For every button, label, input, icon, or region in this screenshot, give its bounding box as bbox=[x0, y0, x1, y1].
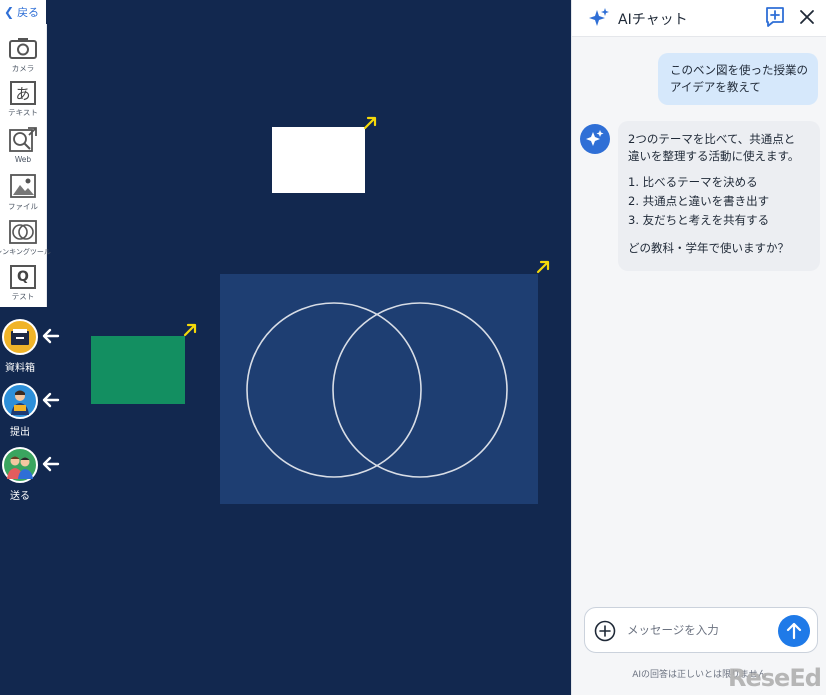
web-search-icon bbox=[9, 127, 37, 153]
close-icon[interactable] bbox=[799, 9, 815, 25]
side-action-label: 提出 bbox=[10, 427, 30, 438]
venn-circle-left bbox=[246, 302, 422, 478]
message-line: 2つのテーマを比べて、共通点と bbox=[628, 132, 796, 146]
tool-text[interactable]: あ テキスト bbox=[0, 78, 46, 124]
side-action-label: 資料箱 bbox=[5, 363, 35, 374]
text-glyph: あ bbox=[15, 84, 31, 103]
whiteboard-canvas[interactable]: ❮ 戻る カメラ あ テキスト Web ファイル シンキングツール Q テスト … bbox=[0, 0, 571, 695]
venn-diagram bbox=[246, 302, 508, 478]
send-button[interactable]: 送る bbox=[0, 447, 64, 507]
materials-box-button[interactable]: 資料箱 bbox=[0, 319, 64, 379]
image-file-icon bbox=[9, 173, 37, 199]
resize-handle-icon[interactable] bbox=[183, 323, 197, 337]
send-people-icon bbox=[2, 447, 38, 483]
new-chat-icon[interactable] bbox=[764, 6, 786, 28]
tool-file[interactable]: ファイル bbox=[0, 170, 46, 216]
message-line: アイデアを教えて bbox=[670, 80, 761, 94]
chat-header: AIチャット bbox=[572, 0, 826, 37]
ai-message-bubble: 2つのテーマを比べて、共通点と 違いを整理する活動に使えます。 1. 比べるテー… bbox=[618, 121, 820, 271]
chat-title: AIチャット bbox=[618, 12, 688, 28]
message-composer bbox=[584, 607, 818, 653]
sparkle-icon bbox=[586, 130, 604, 146]
message-input[interactable] bbox=[627, 621, 767, 639]
arrow-left-icon bbox=[42, 392, 60, 408]
tool-label: カメラ bbox=[11, 64, 35, 73]
green-card[interactable] bbox=[91, 336, 185, 404]
tool-thinking[interactable]: シンキングツール bbox=[0, 216, 51, 262]
watermark-logo: ReseEd bbox=[728, 664, 822, 692]
side-action-label: 送る bbox=[10, 491, 30, 502]
tool-label: Web bbox=[14, 155, 32, 164]
submit-person-icon bbox=[2, 383, 38, 419]
tool-label: シンキングツール bbox=[0, 248, 51, 256]
tool-test[interactable]: Q テスト bbox=[0, 262, 46, 308]
back-button[interactable]: ❮ 戻る bbox=[0, 0, 46, 24]
user-message-bubble: このベン図を使った授業の アイデアを教えて bbox=[658, 53, 818, 105]
tool-web[interactable]: Web bbox=[0, 124, 46, 170]
message-line: このベン図を使った授業の bbox=[670, 63, 808, 77]
tool-palette: カメラ あ テキスト Web ファイル シンキングツール Q テスト bbox=[0, 24, 51, 308]
list-item: 2. 共通点と違いを書き出す bbox=[628, 194, 770, 208]
tool-label: ファイル bbox=[8, 202, 38, 211]
venn-diagram-card[interactable] bbox=[220, 274, 538, 504]
chevron-left-icon: ❮ bbox=[4, 5, 15, 19]
venn-circle-right bbox=[332, 302, 508, 478]
arrow-left-icon bbox=[42, 328, 60, 344]
submit-button[interactable]: 提出 bbox=[0, 383, 64, 443]
back-label: 戻る bbox=[17, 6, 40, 19]
resize-handle-icon[interactable] bbox=[536, 260, 550, 274]
text-a-icon: あ bbox=[10, 81, 36, 105]
steps-list: 1. 比べるテーマを決める 2. 共通点と違いを書き出す 3. 友だちと考えを共… bbox=[628, 173, 812, 230]
camera-icon bbox=[9, 35, 37, 61]
message-line: 違いを整理する活動に使えます。 bbox=[628, 149, 800, 163]
test-q-icon: Q bbox=[10, 265, 36, 289]
materials-box-icon bbox=[2, 319, 38, 355]
arrow-left-icon bbox=[42, 456, 60, 472]
tool-label: テキスト bbox=[8, 108, 38, 117]
sparkle-icon bbox=[589, 8, 609, 26]
send-arrow-icon[interactable] bbox=[778, 615, 810, 647]
white-card[interactable] bbox=[272, 127, 365, 193]
test-glyph: Q bbox=[17, 269, 29, 285]
ai-question: どの教科・学年で使いますか？ bbox=[628, 241, 789, 255]
tool-label: テスト bbox=[11, 292, 35, 301]
thinking-tool-icon bbox=[9, 219, 37, 245]
add-attachment-icon[interactable] bbox=[594, 620, 616, 642]
tool-camera[interactable]: カメラ bbox=[0, 32, 46, 78]
ai-chat-panel: AIチャット このベン図を使った授業の アイデアを教えて 2つのテーマを比べて、… bbox=[571, 0, 826, 695]
ai-avatar bbox=[580, 124, 610, 154]
list-item: 3. 友だちと考えを共有する bbox=[628, 213, 770, 227]
list-item: 1. 比べるテーマを決める bbox=[628, 175, 758, 189]
resize-handle-icon[interactable] bbox=[363, 116, 377, 130]
